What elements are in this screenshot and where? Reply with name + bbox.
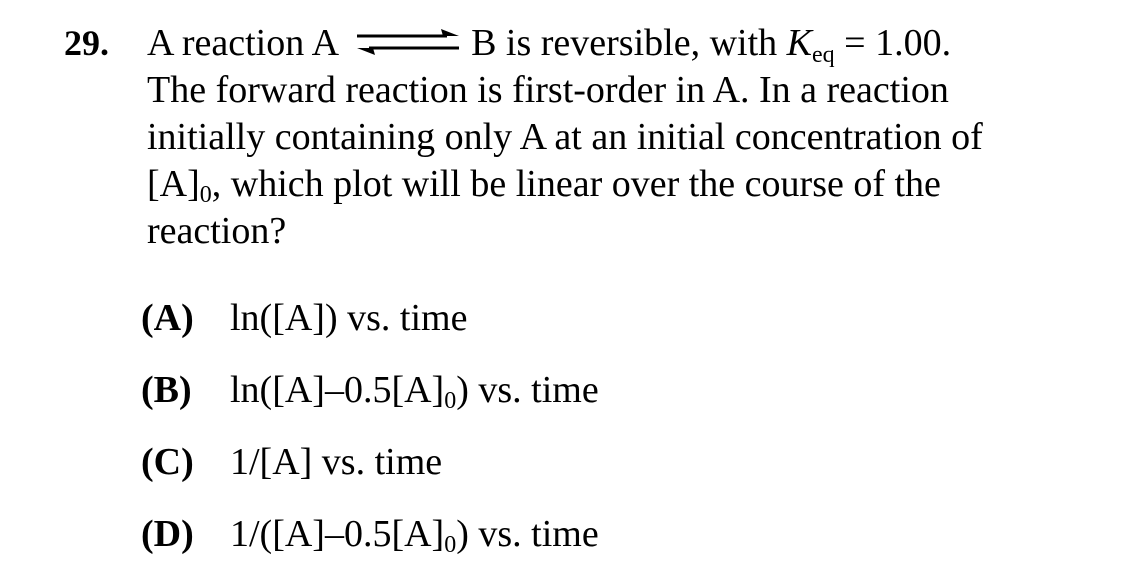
stem-line-4-rest: , which plot will be linear over the cou… bbox=[211, 163, 941, 205]
choice-text: 1/([A]–0.5[A] bbox=[230, 513, 445, 555]
choice-text: 1/[A] vs. time bbox=[230, 441, 443, 483]
stem-text-product: B is reversible, with bbox=[471, 22, 778, 64]
keq-value: = 1.00. bbox=[844, 22, 952, 64]
initial-concentration-subscript: 0 bbox=[199, 182, 212, 208]
choice-text-rest: ) vs. time bbox=[456, 369, 599, 411]
choice-d[interactable]: (D) 1/([A]–0.5[A]0) vs. time bbox=[141, 512, 599, 584]
choice-a[interactable]: (A) ln([A]) vs. time bbox=[141, 296, 599, 368]
choice-text-rest: ) vs. time bbox=[456, 513, 599, 555]
choice-label: (C) bbox=[141, 441, 194, 483]
question-29: 29. A reaction A B is reversible, with K… bbox=[0, 0, 1145, 585]
stem-line-4: [A]0, which plot will be linear over the… bbox=[147, 161, 1107, 208]
keq-symbol: K bbox=[786, 22, 812, 64]
stem-line-3: initially containing only A at an initia… bbox=[147, 116, 983, 158]
choice-b[interactable]: (B) ln([A]–0.5[A]0) vs. time bbox=[141, 368, 599, 440]
choice-subscript: 0 bbox=[444, 388, 457, 414]
equilibrium-arrows-icon bbox=[357, 29, 460, 55]
initial-concentration: [A] bbox=[147, 163, 200, 205]
choice-label: (B) bbox=[141, 369, 192, 411]
stem-line-2: The forward reaction is first-order in A… bbox=[147, 69, 949, 111]
stem-line-5: reaction? bbox=[147, 210, 287, 252]
question-stem: A reaction A B is reversible, with Keq =… bbox=[147, 20, 1107, 255]
keq-subscript: eq bbox=[811, 42, 835, 68]
stem-text-reactant: A reaction A bbox=[147, 22, 340, 64]
choice-text: ln([A]) vs. time bbox=[230, 297, 468, 339]
choice-c[interactable]: (C) 1/[A] vs. time bbox=[141, 440, 599, 512]
choice-subscript: 0 bbox=[444, 532, 457, 558]
stem-line-1: A reaction A B is reversible, with Keq =… bbox=[147, 20, 1107, 67]
choice-label: (A) bbox=[141, 297, 194, 339]
choice-label: (D) bbox=[141, 513, 194, 555]
answer-choices: (A) ln([A]) vs. time (B) ln([A]–0.5[A]0) v… bbox=[141, 296, 599, 584]
question-number: 29. bbox=[64, 23, 109, 63]
choice-text: ln([A]–0.5[A] bbox=[230, 369, 445, 411]
